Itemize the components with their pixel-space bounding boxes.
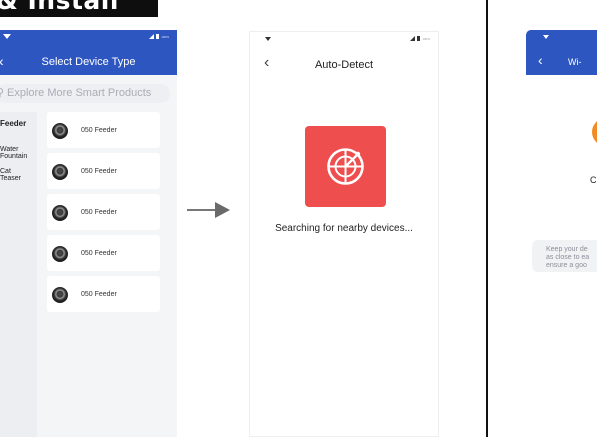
list-item[interactable]: 050 Feeder xyxy=(47,276,160,312)
wifi-screen: ‹ Wi- C Keep your de as close to ea ensu… xyxy=(526,30,597,437)
feeder-image xyxy=(52,164,68,180)
arrow-right-icon xyxy=(215,202,230,218)
product-name: 050 Feeder xyxy=(81,127,117,134)
list-item[interactable]: 050 Feeder xyxy=(47,153,160,189)
wifi-icon xyxy=(3,34,11,39)
app-header: 100% ‹ Select Device Type xyxy=(0,30,177,75)
product-name: 050 Feeder xyxy=(81,209,117,216)
tip-box: Keep your de as close to ea ensure a goo xyxy=(532,240,597,272)
page-title: Wi- xyxy=(568,57,582,67)
category-cat-teaser[interactable]: Cat Teaser xyxy=(0,168,30,182)
category-sidebar: Feeder Water Fountain Cat Teaser xyxy=(0,112,37,437)
battery-text: 100% xyxy=(161,35,169,39)
product-name: 050 Feeder xyxy=(81,168,117,175)
auto-detect-screen: 100% ‹ Auto-Detect Searching for nearby … xyxy=(249,31,439,437)
feeder-image xyxy=(52,246,68,262)
back-button[interactable]: ‹ xyxy=(538,52,543,68)
battery-text: 100% xyxy=(422,37,430,41)
app-header: ‹ Wi- xyxy=(526,30,597,75)
category-feeder[interactable]: Feeder xyxy=(0,120,26,128)
radar-scan-icon xyxy=(305,126,386,207)
feeder-image xyxy=(52,287,68,303)
wifi-icon xyxy=(265,37,271,41)
feeder-image xyxy=(52,205,68,221)
title-banner: & Install xyxy=(0,0,158,17)
page-title: Select Device Type xyxy=(41,56,136,68)
tip-line: Keep your de xyxy=(546,246,588,253)
category-water-fountain[interactable]: Water Fountain xyxy=(0,146,34,160)
list-item[interactable]: 050 Feeder xyxy=(47,194,160,230)
signal-battery-icon: 100% xyxy=(410,36,430,41)
feeder-image xyxy=(52,123,68,139)
search-placeholder: Explore More Smart Products xyxy=(7,87,152,99)
select-device-type-screen: 100% ‹ Select Device Type ⚲ Explore More… xyxy=(0,30,177,437)
list-item[interactable]: 050 Feeder xyxy=(47,112,160,148)
signal-battery-icon: 100% xyxy=(149,34,169,39)
banner-text: & Install xyxy=(0,0,119,15)
status-text: Searching for nearby devices... xyxy=(275,223,413,234)
list-item[interactable]: 050 Feeder xyxy=(47,235,160,271)
product-name: 050 Feeder xyxy=(81,291,117,298)
section-divider xyxy=(486,0,488,437)
tip-line: as close to ea xyxy=(546,254,590,261)
product-name: 050 Feeder xyxy=(81,250,117,257)
wifi-icon xyxy=(543,35,549,39)
flow-arrow-line xyxy=(187,209,217,211)
tip-line: ensure a goo xyxy=(546,262,587,269)
device-icon xyxy=(592,118,597,146)
device-label: C xyxy=(590,175,597,185)
search-input[interactable]: ⚲ Explore More Smart Products xyxy=(0,84,170,103)
search-icon: ⚲ xyxy=(0,87,5,99)
page-title: Auto-Detect xyxy=(314,59,374,71)
